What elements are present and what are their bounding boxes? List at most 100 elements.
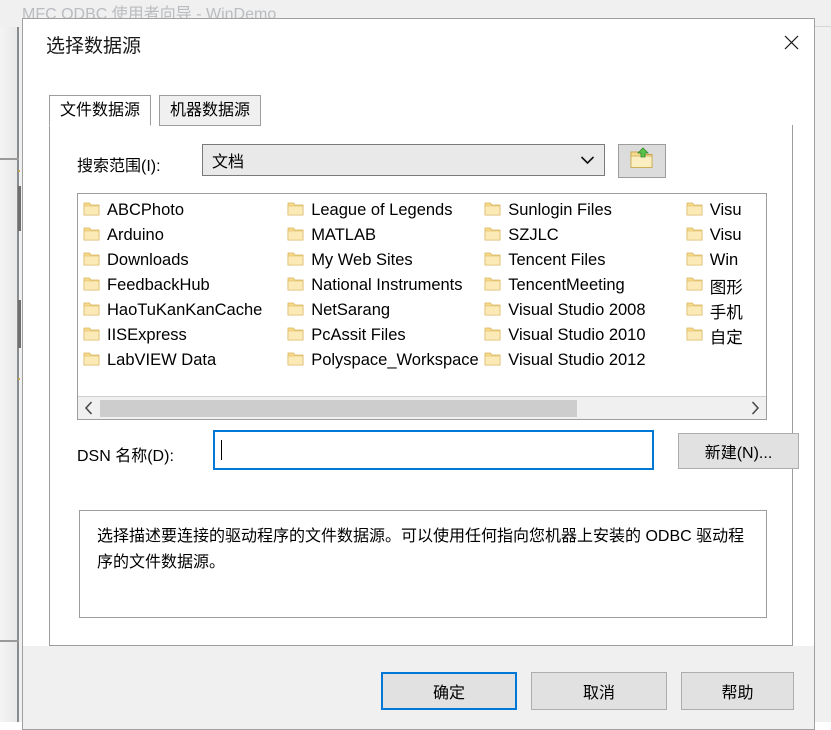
folder-icon (287, 351, 304, 371)
folder-icon (83, 226, 100, 246)
description-text: 选择描述要连接的驱动程序的文件数据源。可以使用任何指向您机器上安装的 ODBC … (97, 528, 745, 571)
list-item[interactable]: PcAssit Files (287, 323, 484, 348)
up-one-level-button[interactable] (618, 144, 666, 178)
tab-machine-data-source[interactable]: 机器数据源 (159, 95, 262, 126)
file-list-horizontal-scrollbar[interactable] (78, 396, 766, 419)
scrollbar-thumb[interactable] (100, 399, 577, 417)
list-item[interactable]: ABCPhoto (83, 198, 287, 223)
list-item[interactable]: Downloads (83, 248, 287, 273)
list-item-label: FeedbackHub (107, 276, 210, 294)
list-item-label: Win (709, 251, 739, 269)
folder-icon (287, 276, 304, 296)
list-item[interactable]: Arduino (83, 223, 287, 248)
list-item[interactable]: Visu (686, 198, 766, 223)
list-item-label: ABCPhoto (107, 201, 185, 219)
folder-icon (83, 251, 100, 271)
search-scope-combobox[interactable]: 文档 (202, 144, 605, 176)
tab-machine-data-source-label: 机器数据源 (170, 102, 251, 119)
tab-file-data-source-label: 文件数据源 (60, 102, 141, 119)
folder-icon (287, 301, 304, 321)
ok-button[interactable]: 确定 (381, 672, 517, 710)
dialog-footer: 确定 取消 帮助 (23, 646, 814, 729)
close-button[interactable] (768, 19, 814, 65)
list-item-label: TencentMeeting (508, 276, 625, 294)
list-item[interactable]: My Web Sites (287, 248, 484, 273)
list-item[interactable]: 手机 (686, 298, 766, 323)
folder-icon (287, 226, 304, 246)
folder-icon (287, 201, 304, 221)
list-item-label: 图形 (709, 278, 743, 297)
tabstrip: 文件数据源 机器数据源 (49, 95, 793, 126)
list-item-label: My Web Sites (311, 251, 413, 269)
help-button-label: 帮助 (721, 685, 754, 702)
text-caret (221, 440, 222, 460)
folder-icon (484, 326, 501, 346)
list-item-label: SZJLC (508, 226, 559, 244)
list-item[interactable]: MATLAB (287, 223, 484, 248)
background-content-fragment-4 (18, 378, 20, 380)
dialog-titlebar: 选择数据源 (23, 19, 814, 65)
folder-icon (484, 201, 501, 221)
list-item[interactable]: Tencent Files (484, 248, 686, 273)
file-list[interactable]: ABCPhoto Arduino Downloads FeedbackHub H… (77, 193, 767, 420)
cancel-button-label: 取消 (582, 685, 615, 702)
list-item-label: Visual Studio 2012 (508, 351, 646, 369)
list-item-label: HaoTuKanKanCache (107, 301, 263, 319)
folder-icon (686, 251, 703, 271)
list-item[interactable]: LabVIEW Data (83, 348, 287, 373)
folder-icon (287, 326, 304, 346)
list-item[interactable]: Win (686, 248, 766, 273)
list-item-label: National Instruments (311, 276, 463, 294)
folder-icon (686, 226, 703, 246)
list-item[interactable]: HaoTuKanKanCache (83, 298, 287, 323)
list-item-label: Visu (709, 201, 742, 219)
list-item[interactable]: Sunlogin Files (484, 198, 686, 223)
background-content-fragment-3 (18, 170, 20, 172)
file-data-source-panel: 搜索范围(I): 文档 ABCPhoto Arduino Downloads F… (49, 125, 799, 646)
list-item[interactable]: Visu (686, 223, 766, 248)
help-button[interactable]: 帮助 (681, 672, 794, 710)
list-item[interactable]: National Instruments (287, 273, 484, 298)
chevron-left-icon[interactable] (78, 397, 100, 420)
list-item[interactable]: TencentMeeting (484, 273, 686, 298)
list-item[interactable]: 图形 (686, 273, 766, 298)
list-item[interactable]: Visual Studio 2012 (484, 348, 686, 373)
cancel-button[interactable]: 取消 (531, 672, 667, 710)
list-item[interactable]: IISExpress (83, 323, 287, 348)
list-item[interactable]: NetSarang (287, 298, 484, 323)
list-item-label: Visual Studio 2008 (508, 301, 646, 319)
background-content-fragment-2 (18, 300, 21, 348)
folder-icon (484, 226, 501, 246)
folder-icon (484, 301, 501, 321)
dsn-name-input[interactable] (213, 430, 654, 470)
folder-icon (484, 351, 501, 371)
list-item[interactable]: League of Legends (287, 198, 484, 223)
scrollbar-track[interactable] (100, 396, 744, 419)
folder-icon (83, 276, 100, 296)
background-left-divider-bottom (0, 640, 19, 642)
list-item-label: PcAssit Files (311, 326, 406, 344)
search-scope-value: 文档 (212, 154, 245, 171)
folder-icon (484, 251, 501, 271)
ok-button-label: 确定 (432, 685, 465, 702)
folder-icon (686, 276, 703, 296)
up-one-level-folder-icon (629, 146, 655, 176)
chevron-right-icon[interactable] (744, 397, 766, 420)
new-button[interactable]: 新建(N)... (678, 433, 799, 469)
background-left-divider-top (0, 158, 19, 160)
list-item-label: 自定 (709, 328, 743, 347)
list-item[interactable]: Polyspace_Workspace (287, 348, 484, 373)
list-item[interactable]: Visual Studio 2010 (484, 323, 686, 348)
folder-icon (686, 301, 703, 321)
list-item[interactable]: Visual Studio 2008 (484, 298, 686, 323)
folder-icon (287, 251, 304, 271)
dialog-title: 选择数据源 (46, 36, 142, 57)
list-item-label: Visu (709, 226, 742, 244)
list-item[interactable]: SZJLC (484, 223, 686, 248)
list-item-label: Polyspace_Workspace (311, 351, 479, 369)
list-item[interactable]: 自定 (686, 323, 766, 348)
tab-file-data-source[interactable]: 文件数据源 (49, 95, 152, 126)
file-list-column-3: Sunlogin Files SZJLC Tencent Files Tence… (484, 198, 686, 373)
list-item-label: IISExpress (107, 326, 187, 344)
list-item[interactable]: FeedbackHub (83, 273, 287, 298)
